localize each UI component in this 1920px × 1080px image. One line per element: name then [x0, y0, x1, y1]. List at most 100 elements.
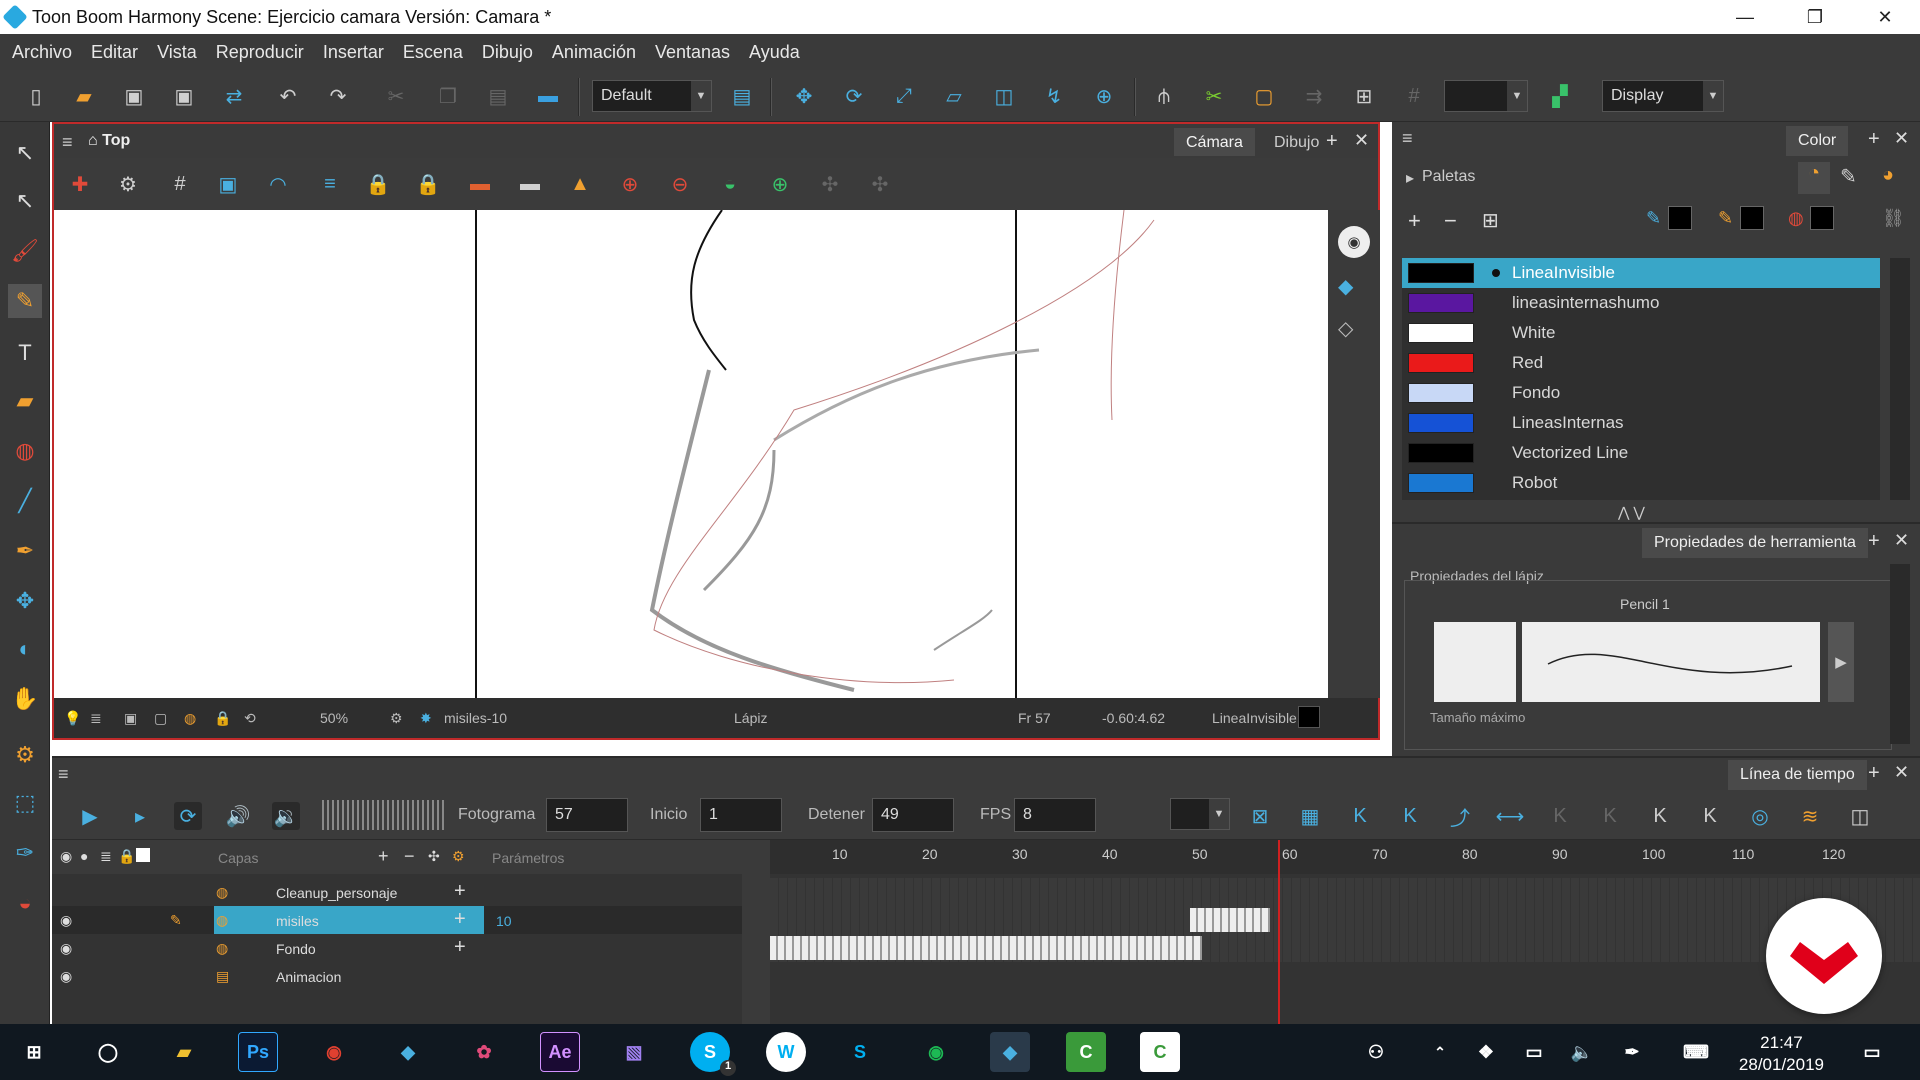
skype-2-icon[interactable]: S	[840, 1032, 880, 1072]
new-scene-icon[interactable]: ▯	[22, 82, 50, 110]
hash-icon[interactable]: #	[1400, 82, 1428, 110]
menu-archivo[interactable]: Archivo	[12, 42, 72, 63]
add-parameter-icon[interactable]: +	[454, 908, 466, 931]
maximize-button[interactable]: ❐	[1780, 0, 1850, 34]
playback-speed-slider[interactable]	[322, 800, 446, 830]
eye-icon[interactable]: ◉	[1338, 226, 1370, 258]
pencil-color-icon[interactable]: ✎	[1646, 208, 1661, 229]
menu-vista[interactable]: Vista	[157, 42, 197, 63]
render-icon[interactable]: ▬	[534, 82, 562, 110]
pencil-icon[interactable]: ✎	[8, 284, 42, 318]
toon-boom-icon[interactable]: ◆	[388, 1032, 428, 1072]
lock-all-icon[interactable]: 🔒	[118, 848, 135, 865]
rotate-icon[interactable]: ⟳	[840, 82, 868, 110]
settings-icon[interactable]: ⚙	[114, 170, 142, 198]
brush-icon[interactable]: 🖌	[8, 234, 42, 268]
link-icon[interactable]: ⛓	[1882, 208, 1905, 229]
people-icon[interactable]: ⚇	[1356, 1032, 1396, 1072]
solo-all-icon[interactable]: ●	[80, 848, 88, 864]
timeline-frames[interactable]: 10 20 30 40 50 60 70 80 90 100 110 120	[770, 840, 1920, 1026]
zoom-value[interactable]: 50%	[320, 710, 348, 726]
frame-track[interactable]	[770, 878, 1920, 906]
display-select[interactable]: Display ▼	[1602, 80, 1724, 112]
grid-icon[interactable]: #	[166, 170, 194, 198]
tab-timeline[interactable]: Línea de tiempo	[1728, 760, 1867, 790]
menu-ayuda[interactable]: Ayuda	[749, 42, 800, 63]
paint-color-swatch[interactable]	[1810, 206, 1834, 230]
exposure-block[interactable]	[1190, 908, 1270, 932]
tab-tool-properties[interactable]: Propiedades de herramienta	[1642, 528, 1868, 558]
tab-camara[interactable]: Cámara	[1174, 128, 1255, 156]
import-icon[interactable]: ⇄	[220, 82, 248, 110]
stop-field[interactable]: 49	[872, 798, 954, 832]
gradient-icon[interactable]: ◕	[1882, 164, 1894, 187]
lock-all-icon[interactable]: 🔒	[414, 170, 442, 198]
eraser-icon[interactable]: ▰	[8, 384, 42, 418]
spline-offset-icon[interactable]: ↯	[1040, 82, 1068, 110]
collapse-arrows-icon[interactable]: ⋀ ⋁	[1618, 504, 1645, 521]
menu-dibujo[interactable]: Dibujo	[482, 42, 533, 63]
ink-icon[interactable]: ◒	[8, 886, 42, 920]
stack-all-icon[interactable]: ≣	[100, 848, 112, 865]
translate-icon[interactable]: ✥	[790, 82, 818, 110]
texture-icon[interactable]: ✎	[1840, 164, 1857, 189]
skeleton-off-icon[interactable]: ✣	[866, 170, 894, 198]
skew-icon[interactable]: ▱	[940, 82, 968, 110]
menu-ventanas[interactable]: Ventanas	[655, 42, 730, 63]
add-peg-icon[interactable]: ✣	[428, 848, 440, 865]
color-list-scrollbar[interactable]	[1890, 258, 1910, 500]
line-icon[interactable]: ╱	[8, 484, 42, 518]
add-keyframe-icon[interactable]: K	[1346, 802, 1374, 830]
ruler-icon[interactable]: ▬	[466, 170, 494, 198]
pen-icon[interactable]: ✒	[1612, 1032, 1652, 1072]
menu-icon[interactable]: ≡	[58, 764, 69, 785]
brush-color-icon[interactable]: ✎	[1718, 208, 1733, 229]
sound-icon[interactable]: 🔊	[224, 802, 252, 830]
camtasia-icon[interactable]: C	[1066, 1032, 1106, 1072]
color-swatch-row[interactable]: Fondo	[1402, 378, 1880, 408]
pencil-color-swatch[interactable]	[1668, 206, 1692, 230]
morph-off-icon[interactable]: ✣	[816, 170, 844, 198]
light-table-icon[interactable]: ≡	[316, 170, 344, 198]
remove-keyframe-icon[interactable]: K	[1396, 802, 1424, 830]
layers-icon[interactable]: ≣	[90, 710, 102, 727]
visibility-all-icon[interactable]: ◉	[60, 848, 72, 865]
menu-escena[interactable]: Escena	[403, 42, 463, 63]
maintain-size-icon[interactable]: ◫	[990, 82, 1018, 110]
cutter-icon[interactable]: ✂	[1200, 82, 1228, 110]
cut-icon[interactable]: ✂	[382, 82, 410, 110]
tab-color[interactable]: Color	[1786, 126, 1849, 156]
layer-row[interactable]: ◉ ✎ ◍ misiles + 10	[52, 906, 742, 934]
add-parameter-icon[interactable]: +	[454, 880, 466, 903]
keyframe-disabled-2-icon[interactable]: K	[1596, 802, 1624, 830]
hand-icon[interactable]: ✋	[8, 682, 42, 716]
add-layer-green-icon[interactable]: ⊕	[766, 170, 794, 198]
copy-icon[interactable]: ❐	[434, 82, 462, 110]
contour-editor-icon[interactable]: ↖	[8, 184, 42, 218]
exposure-icon[interactable]: ▦	[1296, 802, 1324, 830]
close-view-icon[interactable]: ✕	[1894, 762, 1909, 783]
menu-icon[interactable]: ≡	[62, 132, 73, 153]
camtasia-2-icon[interactable]: C	[1140, 1032, 1180, 1072]
save-as-icon[interactable]: ▣	[170, 82, 198, 110]
motion-keyframe-icon[interactable]: ⤴	[1446, 802, 1474, 830]
gear-status-icon[interactable]: ⚙	[390, 710, 403, 727]
wunderlist-icon[interactable]: W	[766, 1032, 806, 1072]
frame-track[interactable]	[770, 906, 1920, 934]
reset-view-icon[interactable]: ⟲	[244, 710, 256, 727]
loop-icon[interactable]: ⟳	[174, 802, 202, 830]
remove-layer-icon[interactable]: −	[404, 846, 415, 867]
ease-icon[interactable]: ◎	[1746, 802, 1774, 830]
add-layer-icon[interactable]: +	[378, 846, 389, 867]
select-arrow-icon[interactable]: ↖	[8, 136, 42, 170]
color-mode-icon[interactable]: ◔	[1798, 162, 1830, 194]
media-app-icon[interactable]: ▧	[614, 1032, 654, 1072]
menu-reproducir[interactable]: Reproducir	[216, 42, 304, 63]
exposure-block[interactable]	[770, 936, 1202, 960]
color-swatch-row[interactable]: LineaInvisible	[1402, 258, 1880, 288]
layer-row[interactable]: ◉ ▤ Animacion	[52, 962, 742, 990]
spotify-icon[interactable]: ◉	[916, 1032, 956, 1072]
tool-properties-scrollbar[interactable]	[1890, 564, 1910, 744]
add-view-icon[interactable]: +	[1326, 130, 1338, 153]
measure-icon[interactable]: ▬	[516, 170, 544, 198]
